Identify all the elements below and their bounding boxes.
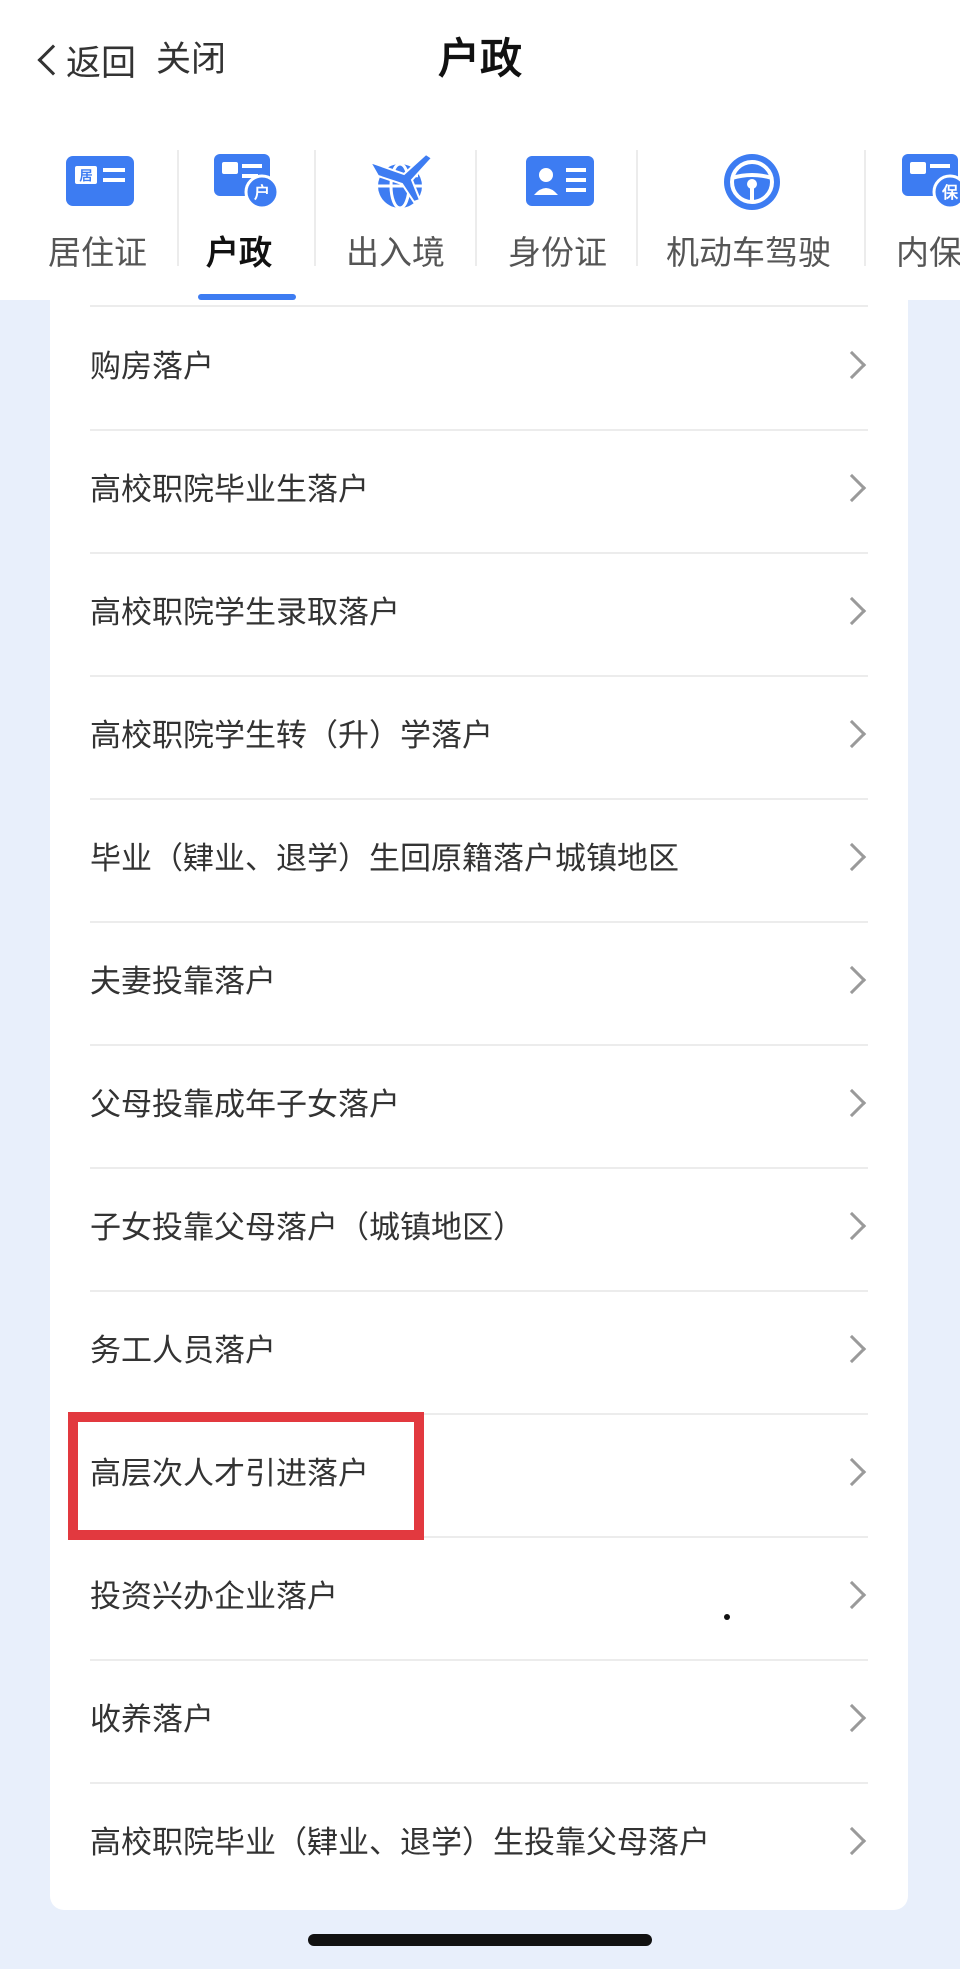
list-item[interactable]: 务工人员落户 bbox=[50, 1290, 908, 1413]
list-item[interactable]: 子女投靠父母落户（城镇地区） bbox=[50, 1167, 908, 1290]
tab-divider bbox=[864, 150, 866, 266]
list-item[interactable]: 收养落户 bbox=[50, 1659, 908, 1782]
tab-label: 居住证 bbox=[48, 233, 147, 272]
list-item[interactable]: 投资兴办企业落户 bbox=[50, 1536, 908, 1659]
list-item-label: 夫妻投靠落户 bbox=[90, 964, 276, 1000]
chevron-right-icon bbox=[837, 719, 867, 749]
list-item-label: 高校职院毕业生落户 bbox=[90, 472, 369, 508]
list-item[interactable]: 毕业（肄业、退学）生回原籍落户城镇地区 bbox=[50, 798, 908, 921]
tab-divider bbox=[177, 150, 179, 266]
list-item-label: 收养落户 bbox=[90, 1702, 214, 1738]
list-item-label: 务工人员落户 bbox=[90, 1333, 276, 1369]
list-item[interactable]: 购房落户 bbox=[50, 306, 908, 429]
internal-security-badge: 保 bbox=[941, 183, 959, 202]
tab-label: 身份证 bbox=[508, 233, 607, 272]
residence-card-icon: 居 bbox=[66, 156, 134, 206]
household-badge: 户 bbox=[254, 183, 270, 202]
list-item-label: 子女投靠父母落户（城镇地区） bbox=[90, 1210, 524, 1246]
list-item-label: 毕业（肄业、退学）生回原籍落户城镇地区 bbox=[90, 841, 679, 877]
steering-wheel-icon bbox=[724, 154, 780, 210]
list-item-label: 高校职院学生录取落户 bbox=[90, 595, 400, 631]
tab-label: 户政 bbox=[206, 233, 272, 272]
list-item[interactable]: 高校职院毕业（肄业、退学）生投靠父母落户 bbox=[50, 1782, 908, 1905]
chevron-right-icon bbox=[837, 1580, 867, 1610]
chevron-right-icon bbox=[837, 1703, 867, 1733]
tab-residence-permit[interactable]: 居 居住证 bbox=[36, 140, 156, 300]
household-services-list: 购房落户 高校职院毕业生落户 高校职院学生录取落户 高校职院学生转（升）学落户 … bbox=[50, 300, 908, 1910]
tab-divider bbox=[475, 150, 477, 266]
category-tabs: 居 居住证 户 户政 出入境 身份证 机动车驾驶 保 内保 bbox=[0, 140, 960, 300]
list-item-label: 高层次人才引进落户 bbox=[90, 1456, 369, 1492]
chevron-right-icon bbox=[837, 1211, 867, 1241]
tab-internal-security[interactable]: 保 内保 bbox=[892, 140, 960, 300]
tab-exit-entry[interactable]: 出入境 bbox=[340, 140, 460, 300]
chevron-right-icon bbox=[837, 965, 867, 995]
chevron-right-icon bbox=[837, 1088, 867, 1118]
tab-id-card[interactable]: 身份证 bbox=[500, 140, 620, 300]
tab-label: 出入境 bbox=[346, 233, 445, 272]
list-item-label: 购房落户 bbox=[90, 349, 214, 385]
page-title: 户政 bbox=[437, 34, 522, 83]
chevron-right-icon bbox=[837, 1457, 867, 1487]
id-card-icon bbox=[526, 156, 594, 206]
tab-divider bbox=[314, 150, 316, 266]
list-item[interactable]: 高校职院学生转（升）学落户 bbox=[50, 675, 908, 798]
internal-security-icon: 保 bbox=[902, 154, 960, 210]
list-item-label: 高校职院学生转（升）学落户 bbox=[90, 718, 493, 754]
tab-household-registration[interactable]: 户 户政 bbox=[196, 140, 296, 300]
list-item-label: 高校职院毕业（肄业、退学）生投靠父母落户 bbox=[90, 1825, 710, 1861]
chevron-right-icon bbox=[837, 473, 867, 503]
list-item[interactable]: 夫妻投靠落户 bbox=[50, 921, 908, 1044]
dot-mark bbox=[724, 1614, 730, 1620]
chevron-right-icon bbox=[837, 350, 867, 380]
list-item-label: 父母投靠成年子女落户 bbox=[90, 1087, 400, 1123]
tab-divider bbox=[636, 150, 638, 266]
list-item-label: 投资兴办企业落户 bbox=[90, 1579, 338, 1615]
list-item[interactable]: 高校职院毕业生落户 bbox=[50, 429, 908, 552]
chevron-right-icon bbox=[837, 842, 867, 872]
residence-badge: 居 bbox=[79, 169, 92, 184]
list-item[interactable]: 高校职院学生录取落户 bbox=[50, 552, 908, 675]
header: 返回 关闭 户政 居 居住证 户 户政 出入境 身份证 机动车驾驶 保 内保 bbox=[0, 0, 960, 300]
airplane-globe-icon bbox=[367, 152, 434, 210]
household-registration-icon: 户 bbox=[214, 154, 280, 210]
tab-motor-vehicle-driving[interactable]: 机动车驾驶 bbox=[662, 140, 842, 300]
home-indicator[interactable] bbox=[308, 1934, 652, 1946]
list-item[interactable]: 父母投靠成年子女落户 bbox=[50, 1044, 908, 1167]
chevron-right-icon bbox=[837, 1334, 867, 1364]
tab-label: 内保 bbox=[896, 233, 960, 272]
list-item-highlighted[interactable]: 高层次人才引进落户 bbox=[50, 1413, 908, 1536]
nav-bar: 返回 关闭 户政 bbox=[0, 0, 960, 120]
chevron-right-icon bbox=[837, 596, 867, 626]
tab-label: 机动车驾驶 bbox=[666, 233, 831, 272]
chevron-right-icon bbox=[837, 1826, 867, 1856]
